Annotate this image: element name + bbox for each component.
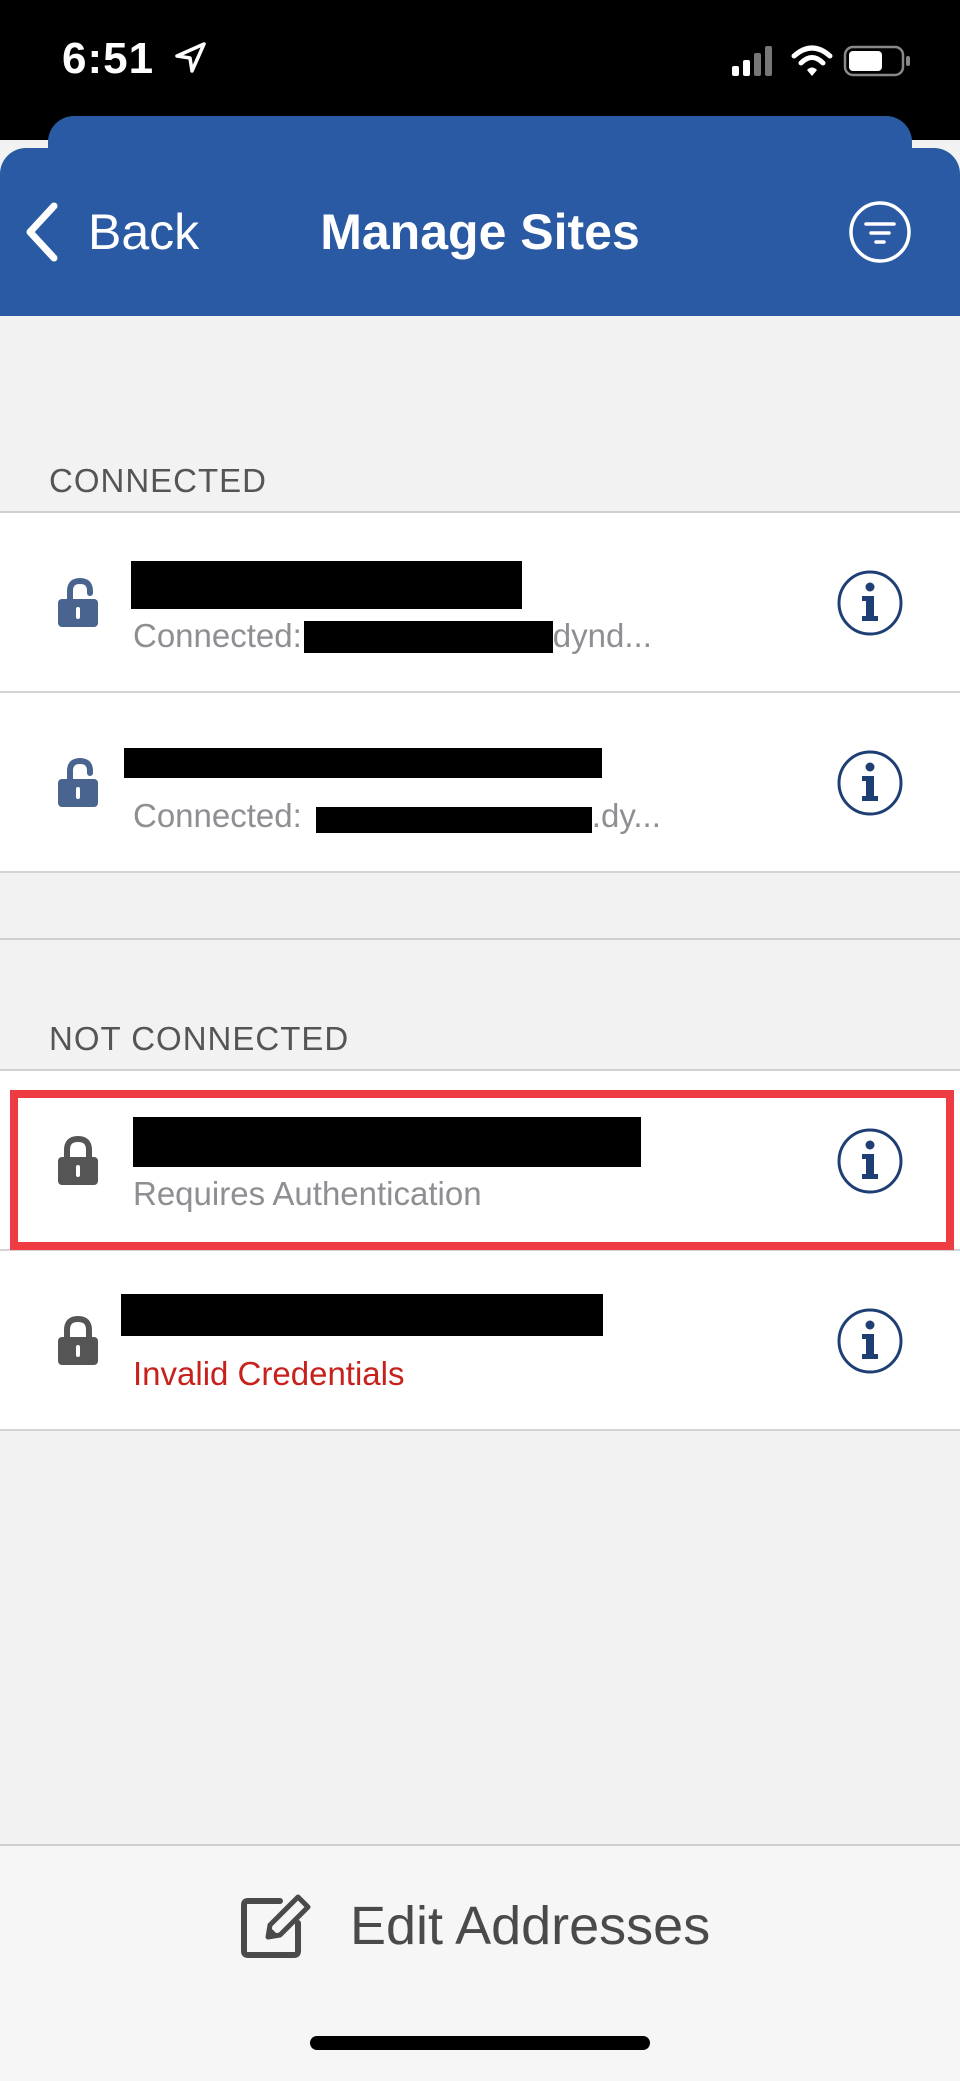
site-status: Connected: dynd... bbox=[133, 617, 652, 655]
site-status-suffix: .dy... bbox=[591, 797, 661, 834]
address-redacted bbox=[303, 621, 553, 653]
site-status-suffix: dynd... bbox=[552, 617, 652, 654]
section-header-connected: CONNECTED bbox=[49, 462, 268, 499]
edit-addresses-button[interactable]: Edit Addresses bbox=[240, 1886, 710, 1966]
home-indicator bbox=[310, 2036, 650, 2050]
info-icon[interactable] bbox=[836, 749, 904, 817]
info-icon[interactable] bbox=[836, 1307, 904, 1375]
info-icon[interactable] bbox=[836, 569, 904, 637]
site-status-error: Invalid Credentials bbox=[133, 1355, 405, 1392]
site-row[interactable]: Invalid Credentials bbox=[0, 1251, 960, 1431]
site-row[interactable]: Connected: dynd... bbox=[0, 513, 960, 693]
section-header-not-connected: NOT CONNECTED bbox=[49, 1020, 350, 1057]
lock-open-icon bbox=[58, 757, 98, 807]
highlight-box bbox=[10, 1090, 954, 1250]
edit-icon bbox=[241, 1894, 311, 1958]
battery-icon bbox=[843, 45, 910, 77]
status-time: 6:51 bbox=[62, 34, 207, 84]
signal-icon bbox=[732, 46, 772, 76]
site-status-prefix: Connected: bbox=[133, 797, 302, 834]
section-divider bbox=[0, 938, 960, 940]
site-name-redacted bbox=[124, 748, 602, 778]
filter-icon[interactable] bbox=[848, 200, 912, 264]
nav-bar: Back Manage Sites bbox=[0, 148, 960, 316]
page-title: Manage Sites bbox=[320, 204, 640, 260]
location-arrow-icon bbox=[175, 42, 207, 73]
site-status: Connected: .dy... bbox=[133, 797, 661, 835]
site-status-prefix: Connected: bbox=[133, 617, 302, 654]
status-icons bbox=[732, 45, 910, 77]
edit-addresses-label: Edit Addresses bbox=[350, 1896, 711, 1956]
status-time-text: 6:51 bbox=[62, 34, 155, 83]
lock-open-icon bbox=[58, 577, 98, 627]
site-name-redacted bbox=[131, 561, 522, 609]
address-redacted bbox=[315, 807, 592, 833]
lock-closed-icon bbox=[58, 1315, 98, 1365]
site-name-redacted bbox=[121, 1294, 603, 1336]
wifi-icon bbox=[791, 45, 833, 76]
site-row[interactable]: Connected: .dy... bbox=[0, 693, 960, 873]
